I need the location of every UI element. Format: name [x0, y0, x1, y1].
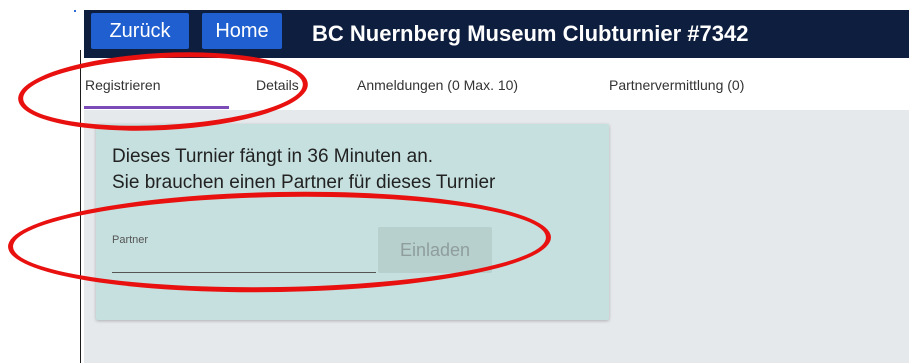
app-header: Zurück Home BC Nuernberg Museum Clubturn… — [84, 10, 909, 58]
tab-registrieren[interactable]: Registrieren — [85, 77, 160, 93]
tab-details[interactable]: Details — [256, 77, 299, 93]
partner-input[interactable] — [112, 248, 376, 273]
top-marker — [74, 10, 76, 12]
tab-anmeldungen[interactable]: Anmeldungen (0 Max. 10) — [357, 77, 518, 93]
left-divider — [80, 50, 81, 363]
invite-button[interactable]: Einladen — [378, 227, 492, 273]
partner-required-message: Sie brauchen einen Partner für dieses Tu… — [112, 172, 496, 193]
home-button[interactable]: Home — [202, 13, 282, 49]
tab-partnervermittlung[interactable]: Partnervermittlung (0) — [609, 77, 744, 93]
back-button[interactable]: Zurück — [91, 13, 189, 49]
start-time-message: Dieses Turnier fängt in 36 Minuten an. — [112, 146, 434, 167]
page-title: BC Nuernberg Museum Clubturnier #7342 — [312, 21, 749, 46]
partner-field-label: Partner — [112, 234, 149, 246]
tab-bar: Registrieren Details Anmeldungen (0 Max.… — [84, 58, 909, 110]
active-tab-indicator — [84, 106, 229, 109]
registration-card: Dieses Turnier fängt in 36 Minuten an. S… — [96, 124, 609, 320]
